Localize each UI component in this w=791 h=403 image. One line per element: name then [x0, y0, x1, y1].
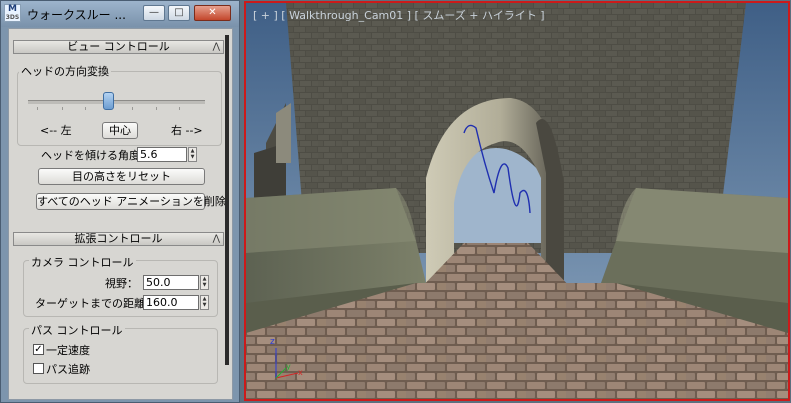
close-button[interactable]: ✕ — [194, 5, 231, 21]
head-rotation-label: ヘッドの方向変換 — [19, 63, 111, 79]
constant-speed-label: 一定速度 — [46, 344, 90, 357]
head-rotation-slider-thumb[interactable] — [102, 92, 114, 110]
fov-field[interactable]: 50.0 — [143, 275, 199, 290]
advanced-control-title: 拡張コントロール — [74, 232, 163, 245]
reset-eye-level-button[interactable]: 目の高さをリセット — [38, 168, 205, 185]
walkthrough-window: M 3DS ウォークスルー ... — □ ✕ ビュー コントロール ⋀ ヘッドの… — [0, 0, 240, 403]
minimize-button[interactable]: — — [143, 5, 165, 21]
window-titlebar[interactable]: M 3DS ウォークスルー ... — □ ✕ — [1, 1, 239, 27]
slider-tick — [62, 107, 63, 110]
slider-tick — [132, 107, 133, 110]
target-distance-field[interactable]: 160.0 — [143, 295, 199, 310]
slider-tick — [179, 107, 180, 110]
panel-scrollbar[interactable] — [225, 35, 229, 365]
path-control-label: パス コントロール — [29, 322, 125, 338]
fov-spinner[interactable]: ▲ ▼ — [200, 275, 209, 290]
head-tilt-label: ヘッドを傾ける角度 — [41, 149, 140, 162]
camera-control-label: カメラ コントロール — [29, 254, 136, 270]
axis-z-label: z — [270, 337, 275, 347]
target-distance-spinner[interactable]: ▲ ▼ — [200, 295, 209, 310]
viewport-label[interactable]: [ + ] [ Walkthrough_Cam01 ] [ スムーズ + ハイラ… — [253, 7, 545, 23]
center-button[interactable]: 中心 — [102, 122, 138, 139]
collapse-chevron-icon: ⋀ — [212, 234, 220, 244]
viewport-scene: z y x — [246, 3, 788, 399]
slider-tick — [156, 107, 157, 110]
view-control-title: ビュー コントロール — [67, 40, 170, 53]
axis-x-label: x — [298, 368, 303, 377]
viewport-walkthrough-cam[interactable]: z y x [ + ] [ Walkthrough_Cam01 ] [ スムーズ… — [244, 1, 790, 401]
slider-tick — [85, 107, 86, 110]
view-control-rollout-header[interactable]: ビュー コントロール ⋀ — [13, 40, 224, 54]
target-distance-label: ターゲットまでの距離： — [35, 297, 156, 310]
head-tilt-spinner[interactable]: ▲ ▼ — [188, 147, 197, 162]
window-title: ウォークスルー ... — [27, 8, 126, 22]
app-icon-letter: M — [8, 4, 17, 14]
app-3ds-max-icon[interactable]: M 3DS — [4, 4, 21, 22]
collapse-chevron-icon: ⋀ — [212, 42, 220, 52]
head-rotation-slider-track[interactable] — [28, 100, 205, 104]
fov-label: 視野： — [105, 277, 138, 290]
head-tilt-angle-field[interactable]: 5.6 — [137, 147, 187, 162]
axis-y-label: y — [286, 362, 291, 371]
constant-speed-checkbox[interactable]: ✓ — [33, 344, 44, 355]
follow-path-checkbox[interactable] — [33, 363, 44, 374]
app-icon-subtext: 3DS — [5, 14, 20, 21]
right-direction-label: 右 --> — [171, 124, 203, 137]
left-direction-label: <-- 左 — [40, 124, 72, 137]
delete-head-animation-button[interactable]: すべてのヘッド アニメーションを削除 — [36, 193, 226, 210]
follow-path-label: パス追跡 — [46, 363, 90, 376]
advanced-control-rollout-header[interactable]: 拡張コントロール ⋀ — [13, 232, 224, 246]
maximize-button[interactable]: □ — [168, 5, 190, 21]
slider-tick — [37, 107, 38, 110]
